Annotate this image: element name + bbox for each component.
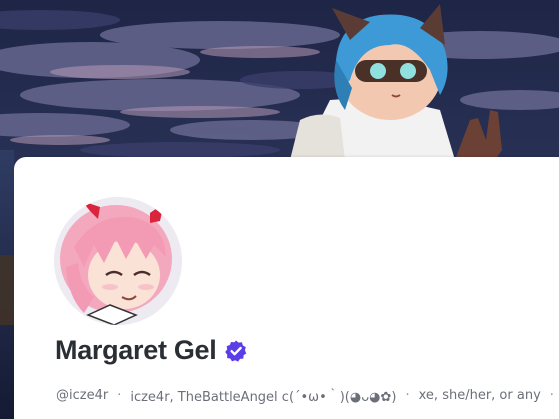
profile-meta-row: @icze4r · icze4r, TheBattleAngel c(´•ω•｀… xyxy=(56,386,559,405)
profile-handle[interactable]: @icze4r xyxy=(56,388,108,403)
profile-aliases: icze4r, TheBattleAngel c(´•ω•｀)(◕ᴗ◕✿) xyxy=(130,390,397,405)
profile-pronouns: xe, she/her, or any xyxy=(418,388,541,403)
profile-page: Margaret Gel @icze4r · icze4r, TheBattle… xyxy=(0,0,559,419)
profile-avatar[interactable] xyxy=(54,197,182,325)
separator: · xyxy=(549,388,554,403)
display-name-row: Margaret Gel xyxy=(55,335,248,366)
verified-badge-icon[interactable] xyxy=(224,339,248,363)
avatar-image xyxy=(54,197,182,325)
separator: · xyxy=(117,388,122,403)
display-name: Margaret Gel xyxy=(55,335,217,365)
separator: · xyxy=(405,388,410,403)
